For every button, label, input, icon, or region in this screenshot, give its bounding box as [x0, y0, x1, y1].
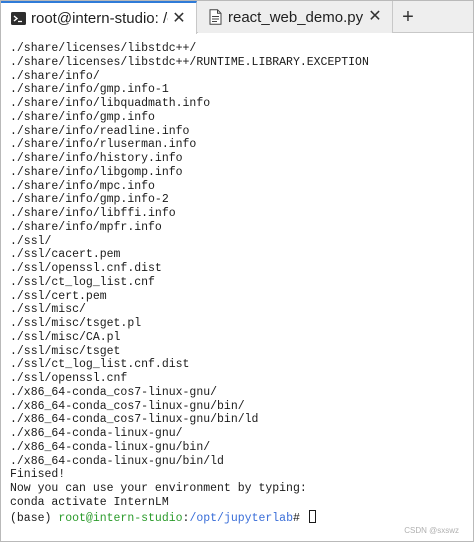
terminal-line: ./ssl/ct_log_list.cnf: [10, 275, 155, 289]
terminal-line: ./x86_64-conda-linux-gnu/bin/: [10, 440, 211, 454]
terminal-line: Finised!: [10, 468, 66, 482]
tab-react-web-demo-label: react_web_demo.py: [228, 8, 364, 26]
close-icon[interactable]: ✕: [168, 8, 190, 30]
terminal-output[interactable]: ./share/licenses/libstdc++/./share/licen…: [1, 34, 473, 541]
terminal-line: ./ssl/misc/CA.pl: [10, 330, 121, 344]
terminal-line: ./share/info/mpfr.info: [10, 220, 162, 234]
terminal-line: ./ssl/ct_log_list.cnf.dist: [10, 358, 190, 372]
terminal-icon: [10, 11, 26, 27]
terminal-line: ./ssl/openssl.cnf.dist: [10, 262, 162, 275]
terminal-prompt-line: (base) root@intern-studio:/opt/jupyterla…: [10, 509, 473, 525]
terminal-line: ./share/info/libffi.info: [10, 207, 176, 220]
terminal-line: ./share/info/libquadmath.info: [10, 97, 211, 110]
terminal-line: ./ssl/: [10, 234, 52, 248]
jupyterlab-window: root@intern-studio: /opt/j ✕ react_web_d…: [0, 0, 474, 542]
terminal-line: ./x86_64-conda_cos7-linux-gnu/bin/: [10, 399, 245, 413]
terminal-line: Now you can use your environment by typi…: [10, 482, 307, 495]
tab-terminal-label: root@intern-studio: /opt/j: [31, 10, 168, 27]
terminal-line: ./share/licenses/libstdc++/: [10, 42, 197, 55]
terminal-line: conda activate InternLM: [10, 495, 169, 509]
terminal-line: ./share/info/gmp.info-2: [10, 193, 169, 207]
terminal-line: ./x86_64-conda-linux-gnu/: [10, 427, 183, 440]
add-tab-button[interactable]: +: [394, 1, 422, 33]
terminal-line: ./share/info/mpc.info: [10, 179, 155, 193]
terminal-line: ./share/licenses/libstdc++/RUNTIME.LIBRA…: [10, 55, 369, 69]
terminal-line: ./ssl/cert.pem: [10, 289, 107, 303]
terminal-line: ./ssl/openssl.cnf: [10, 372, 128, 385]
prompt-symbol: #: [292, 511, 307, 525]
terminal-lines: ./share/licenses/libstdc++/./share/licen…: [10, 42, 473, 510]
prompt-path: /opt/jupyterlab: [189, 511, 293, 525]
terminal-line: ./share/info/libgomp.info: [10, 165, 183, 179]
terminal-line: ./ssl/misc/tsget: [10, 344, 121, 358]
terminal-cursor: [308, 509, 316, 523]
terminal-line: ./share/info/gmp.info-1: [10, 83, 169, 97]
close-icon[interactable]: ✕: [364, 6, 386, 28]
prompt-env: (base): [10, 511, 59, 525]
file-icon: [207, 9, 223, 25]
terminal-line: ./ssl/misc/: [10, 303, 86, 317]
terminal-line: ./share/info/readline.info: [10, 124, 190, 138]
tab-terminal[interactable]: root@intern-studio: /opt/j ✕: [1, 1, 197, 34]
terminal-line: ./share/info/history.info: [10, 152, 183, 165]
terminal-line: ./ssl/misc/tsget.pl: [10, 317, 142, 330]
terminal-line: ./ssl/cacert.pem: [10, 248, 121, 262]
terminal-line: ./x86_64-conda-linux-gnu/bin/ld: [10, 454, 224, 468]
terminal-line: ./x86_64-conda_cos7-linux-gnu/: [10, 385, 218, 399]
tab-bar: root@intern-studio: /opt/j ✕ react_web_d…: [1, 1, 473, 34]
terminal-line: ./share/info/rluserman.info: [10, 138, 197, 152]
terminal-line: ./x86_64-conda_cos7-linux-gnu/bin/ld: [10, 413, 259, 427]
terminal-line: ./share/info/: [10, 69, 100, 83]
terminal-line: ./share/info/gmp.info: [10, 110, 155, 124]
watermark: CSDN @sxswz: [404, 526, 459, 535]
prompt-user-host: root@intern-studio: [58, 511, 183, 525]
tab-react-web-demo[interactable]: react_web_demo.py ✕: [198, 1, 393, 33]
